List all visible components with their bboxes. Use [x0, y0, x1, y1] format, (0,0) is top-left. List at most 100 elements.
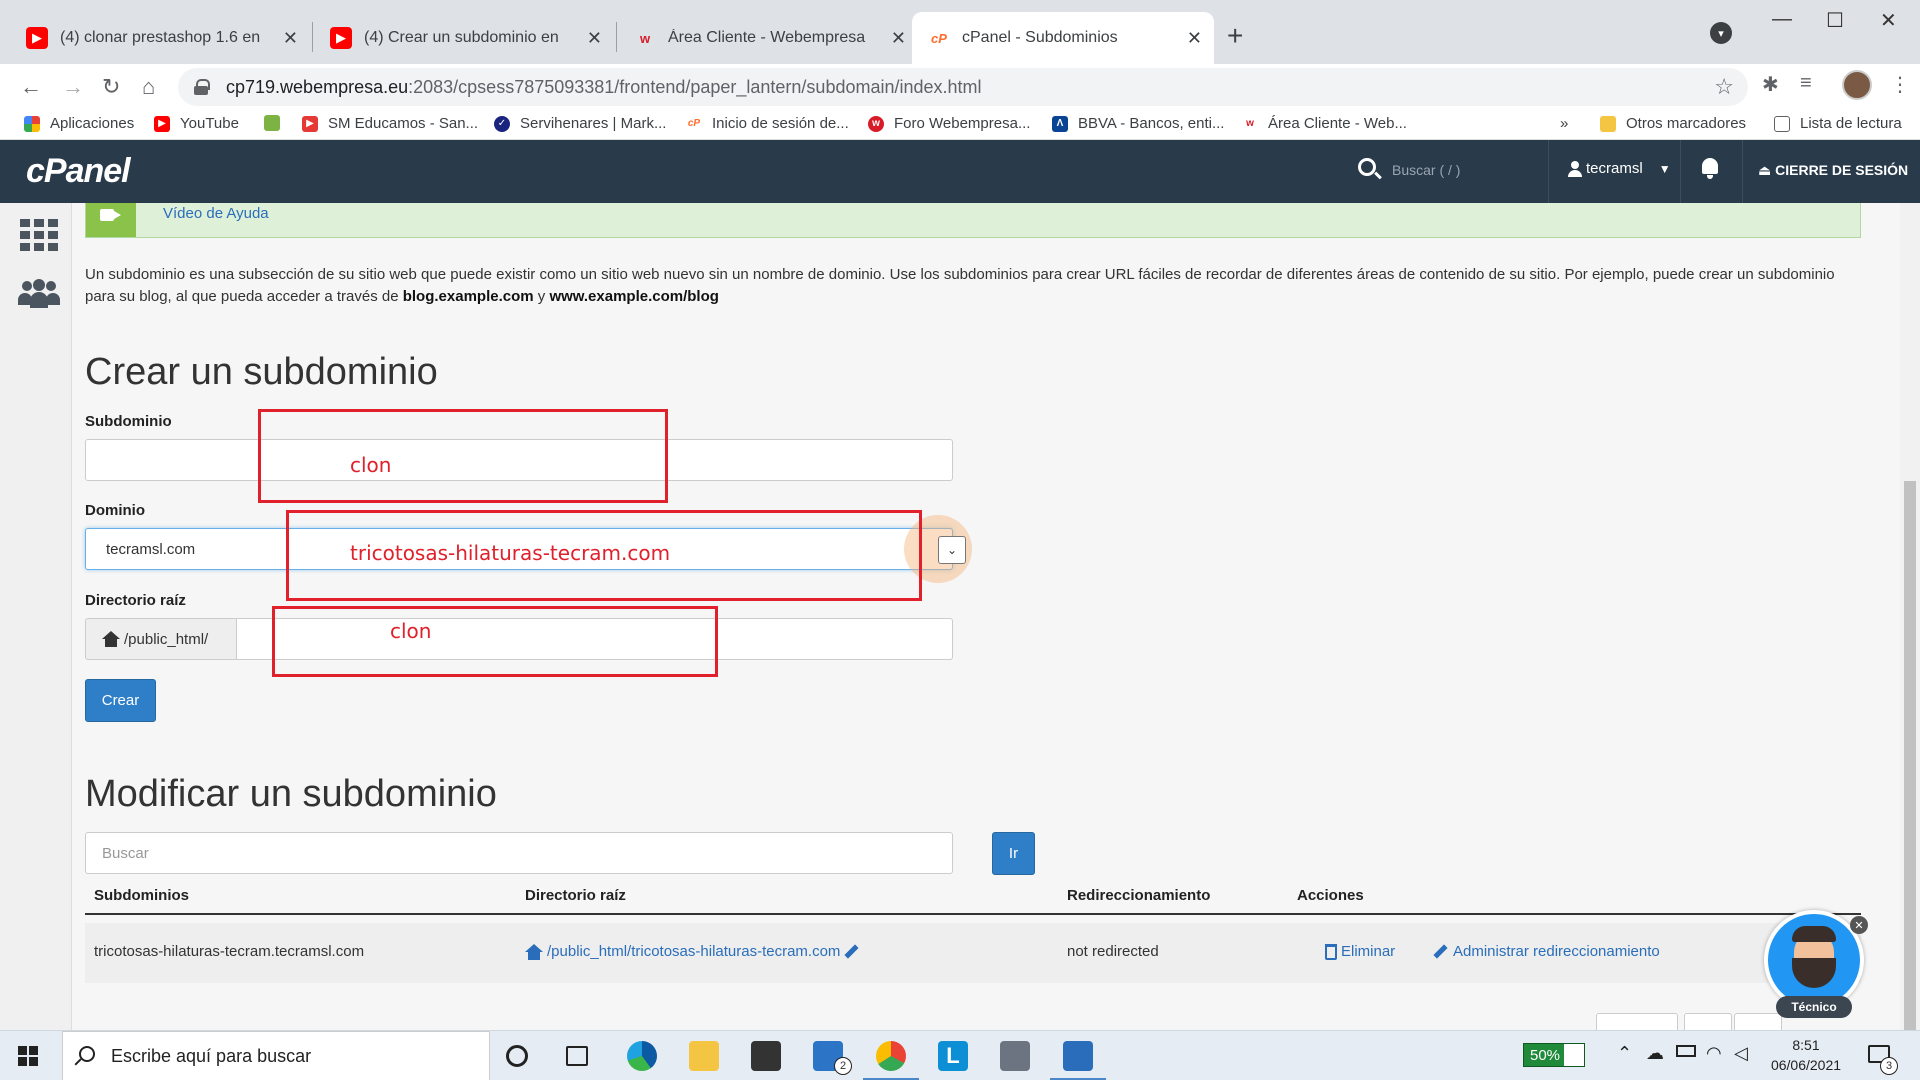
scrollbar-thumb[interactable] — [1904, 481, 1916, 1030]
create-button[interactable]: Crear — [85, 679, 156, 722]
volume-icon[interactable]: ◁ — [1734, 1043, 1748, 1064]
go-button[interactable]: Ir — [992, 832, 1035, 875]
android-icon — [264, 115, 280, 131]
bookmark-android[interactable] — [264, 115, 290, 131]
photos-icon[interactable] — [1063, 1041, 1093, 1071]
battery-icon[interactable] — [1676, 1045, 1696, 1057]
annotation-box-root — [272, 606, 718, 677]
user-name: tecramsl — [1586, 160, 1643, 177]
technician-chat-widget[interactable] — [1764, 910, 1864, 1010]
system-clock[interactable]: 8:51 06/06/2021 — [1756, 1035, 1856, 1075]
browser-toolbar: ← → ↻ ⌂ cp719.webempresa.eu:2083/cpsess7… — [0, 64, 1920, 110]
sm-educamos-icon: ▶ — [302, 115, 318, 132]
menu-icon[interactable]: ⋮ — [1890, 72, 1910, 97]
battery-widget[interactable]: 50% — [1523, 1043, 1585, 1067]
bookmark-otros-marcadores[interactable]: Otros marcadores — [1600, 115, 1746, 132]
profile-avatar[interactable] — [1842, 70, 1872, 100]
chevron-down-icon[interactable]: ⌄ — [938, 536, 966, 564]
bookmark-area-cliente[interactable]: w Área Cliente - Web... — [1242, 115, 1407, 132]
page-size-select[interactable] — [1596, 1013, 1678, 1030]
minimize-icon[interactable]: — — [1772, 8, 1792, 31]
bookmark-label: Foro Webempresa... — [894, 115, 1031, 132]
home-icon[interactable]: ⌂ — [142, 74, 155, 100]
subdomain-description: Un subdominio es una subsección de su si… — [85, 266, 1835, 305]
lock-icon[interactable] — [194, 79, 210, 95]
bookmark-star-icon[interactable]: ☆ — [1714, 74, 1734, 100]
onedrive-icon[interactable]: ☁ — [1646, 1043, 1664, 1064]
column-root-directory[interactable]: Directorio raíz — [525, 887, 626, 904]
edge-icon[interactable] — [627, 1041, 657, 1071]
delete-subdomain-link[interactable]: Eliminar — [1325, 943, 1395, 961]
bookmark-youtube[interactable]: ▶ YouTube — [154, 115, 239, 132]
cpanel-search-input[interactable]: Buscar ( / ) — [1392, 162, 1460, 178]
forward-icon[interactable]: → — [62, 74, 84, 100]
bell-icon[interactable] — [1700, 158, 1720, 180]
bookmarks-overflow[interactable]: » — [1560, 115, 1568, 132]
bookmark-sm-educamos[interactable]: ▶ SM Educamos - San... — [302, 115, 478, 132]
subdomain-search-input[interactable]: Buscar — [85, 832, 953, 874]
calculator-icon[interactable] — [1000, 1041, 1030, 1071]
user-menu[interactable]: tecramsl ▼ — [1568, 160, 1671, 177]
bookmark-foro-webempresa[interactable]: w Foro Webempresa... — [868, 115, 1030, 132]
bookmark-servihenares[interactable]: ✓ Servihenares | Mark... — [494, 115, 666, 132]
technician-label[interactable]: Técnico — [1776, 996, 1852, 1018]
close-icon[interactable]: ✕ — [1850, 916, 1868, 934]
tab-strip: ▶ (4) clonar prestashop 1.6 en un s ✕ ▶ … — [0, 0, 1920, 64]
domain-label: Dominio — [85, 502, 145, 519]
chrome-icon[interactable] — [876, 1041, 906, 1071]
chevron-up-icon[interactable]: ⌃ — [1617, 1043, 1632, 1064]
bookmark-label: Inicio de sesión de... — [712, 115, 849, 132]
window-close-icon[interactable]: ✕ — [1880, 8, 1897, 33]
bookmark-label: Servihenares | Mark... — [520, 115, 667, 132]
close-icon[interactable]: ✕ — [1187, 28, 1202, 49]
tab-area-cliente[interactable]: w Área Cliente - Webempresa Europ ✕ — [618, 12, 918, 64]
task-view-icon[interactable] — [566, 1046, 588, 1066]
store-icon[interactable] — [751, 1041, 781, 1071]
bookmark-inicio-sesion[interactable]: cP Inicio de sesión de... — [686, 115, 849, 132]
close-icon[interactable]: ✕ — [587, 28, 602, 49]
cpanel-header: cPanel Buscar ( / ) tecramsl ▼ ⏏ CIERRE … — [0, 140, 1920, 203]
reading-list[interactable]: Lista de lectura — [1774, 115, 1902, 132]
pencil-icon[interactable] — [844, 945, 858, 959]
youtube-icon: ▶ — [26, 27, 48, 49]
tab-crear-subdominio[interactable]: ▶ (4) Crear un subdominio en el Ho ✕ — [314, 12, 614, 64]
file-explorer-icon[interactable] — [689, 1041, 719, 1071]
pagination-prev[interactable] — [1684, 1013, 1732, 1030]
back-icon[interactable]: ← — [20, 74, 42, 100]
root-prefix-text: /public_html/ — [124, 630, 209, 648]
windows-start-icon[interactable] — [18, 1046, 38, 1066]
tab-label: Área Cliente - Webempresa Europ — [668, 29, 868, 46]
search-icon[interactable] — [1358, 158, 1376, 176]
close-icon[interactable]: ✕ — [283, 28, 298, 49]
maximize-icon[interactable]: ☐ — [1826, 8, 1844, 33]
close-icon[interactable]: ✕ — [891, 28, 906, 49]
new-tab-button[interactable]: + — [1227, 20, 1243, 52]
bookmark-bbva[interactable]: Λ BBVA - Bancos, enti... — [1052, 115, 1224, 132]
manage-redirection-link[interactable]: Administrar redireccionamiento — [1433, 943, 1660, 960]
tab-cpanel-subdominios[interactable]: cP cPanel - Subdominios ✕ — [912, 12, 1214, 64]
taskbar-search-placeholder: Escribe aquí para buscar — [111, 1045, 312, 1066]
cortana-icon[interactable] — [506, 1045, 528, 1067]
page-scrollbar[interactable] — [1900, 203, 1920, 1030]
cpanel-icon: cP — [931, 30, 947, 46]
reload-icon[interactable]: ↻ — [102, 74, 120, 100]
wifi-icon[interactable]: ◠ — [1706, 1043, 1722, 1064]
tab-clonar-prestashop[interactable]: ▶ (4) clonar prestashop 1.6 en un s ✕ — [10, 12, 310, 64]
address-bar[interactable]: cp719.webempresa.eu:2083/cpsess787509338… — [178, 68, 1748, 106]
row-root-directory-link[interactable]: /public_html/tricotosas-hilaturas-tecram… — [525, 943, 858, 961]
taskbar-search-input[interactable]: Escribe aquí para buscar — [62, 1031, 490, 1080]
logout-button[interactable]: ⏏ CIERRE DE SESIÓN — [1758, 162, 1908, 179]
cpanel-logo[interactable]: cPanel — [26, 152, 131, 191]
home-grid-icon[interactable] — [20, 219, 58, 251]
extensions-icon[interactable]: ✱ — [1762, 72, 1779, 97]
tab-search-icon[interactable]: ▾ — [1710, 22, 1732, 44]
users-icon[interactable] — [16, 279, 60, 311]
help-video-link[interactable]: Vídeo de Ayuda — [163, 205, 269, 222]
media-control-icon[interactable]: ≡ — [1800, 72, 1812, 95]
lync-icon[interactable]: L — [938, 1041, 968, 1071]
bookmark-aplicaciones[interactable]: Aplicaciones — [24, 115, 134, 132]
tab-label: (4) Crear un subdominio en el Ho — [364, 29, 564, 46]
column-redirection[interactable]: Redireccionamiento — [1067, 887, 1210, 904]
column-subdomains[interactable]: Subdominios — [94, 887, 189, 904]
pagination-next[interactable] — [1734, 1013, 1782, 1030]
